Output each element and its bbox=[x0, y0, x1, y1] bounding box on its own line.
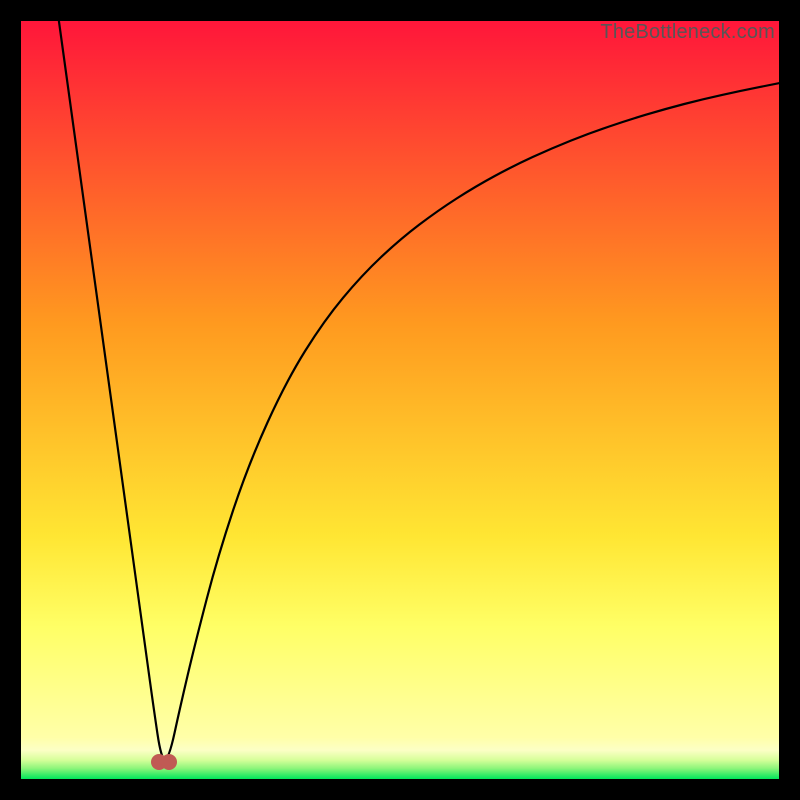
bottleneck-curve bbox=[59, 21, 779, 759]
optimum-marker bbox=[151, 754, 177, 770]
plot-frame: TheBottleneck.com bbox=[21, 21, 779, 779]
curve-layer bbox=[21, 21, 779, 779]
marker-lobe-right bbox=[161, 754, 177, 770]
watermark-text: TheBottleneck.com bbox=[600, 21, 775, 44]
